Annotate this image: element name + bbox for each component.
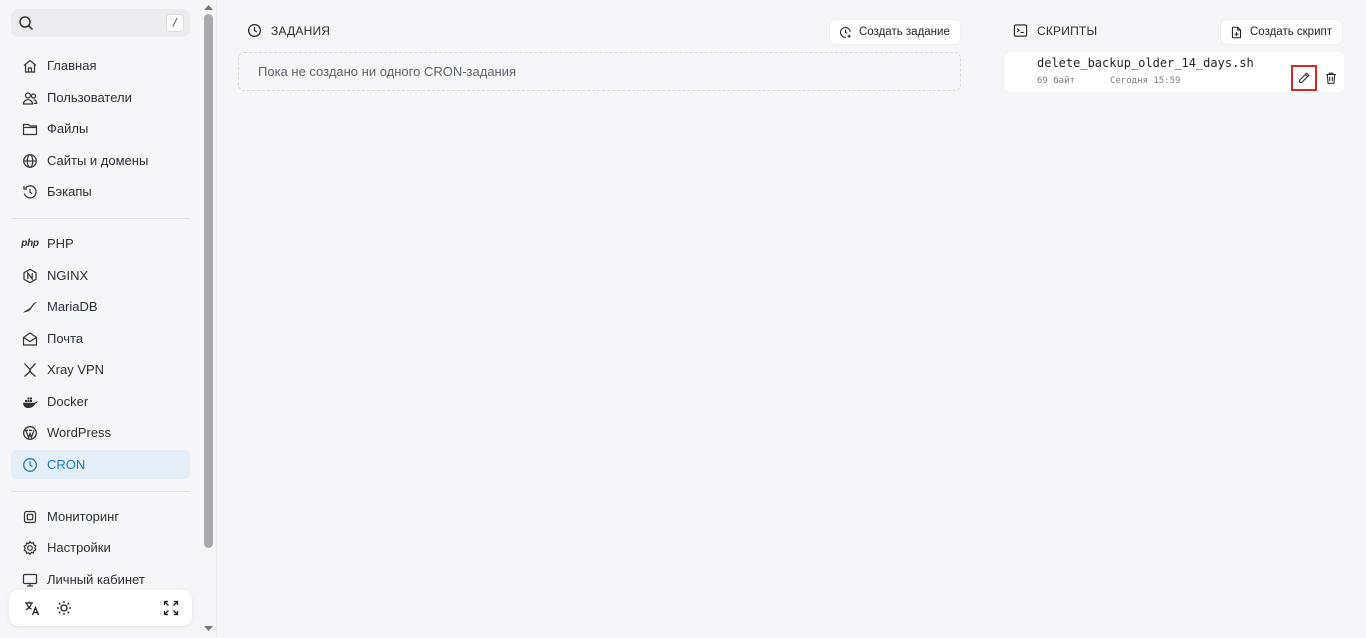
sidebar: / Главная Пользователи Файлы Сайты и дом… — [0, 0, 202, 638]
search-shortcut-key: / — [166, 14, 184, 32]
sidebar-item-label: Настройки — [47, 540, 111, 555]
monitor-icon — [21, 571, 39, 589]
translate-icon[interactable] — [23, 599, 41, 617]
main-divider — [216, 0, 217, 638]
php-logo-text: php — [21, 238, 39, 249]
sidebar-item-label: Сайты и домены — [47, 153, 149, 168]
sidebar-item-home[interactable]: Главная — [11, 51, 190, 80]
sidebar-item-nginx[interactable]: NGINX — [11, 261, 190, 290]
settings-icon — [21, 539, 39, 557]
sidebar-scrollbar-thumb[interactable] — [204, 14, 213, 548]
sidebar-item-label: CRON — [47, 457, 86, 472]
sidebar-toolbar — [9, 590, 192, 626]
delete-script-button[interactable] — [1318, 65, 1344, 91]
xray-icon — [21, 361, 39, 379]
sidebar-item-monitoring[interactable]: Мониторинг — [11, 502, 190, 531]
script-size: 69 байт — [1037, 76, 1075, 86]
sidebar-item-wordpress[interactable]: WordPress — [11, 418, 190, 447]
scripts-title: СКРИПТЫ — [1037, 23, 1098, 38]
script-modified: Сегодня 15:59 — [1110, 76, 1181, 86]
globe-icon — [21, 152, 39, 170]
jobs-empty-text: Пока не создано ни одного CRON-задания — [258, 64, 517, 79]
jobs-header: ЗАДАНИЯ — [247, 23, 330, 38]
create-script-label: Создать скрипт — [1250, 26, 1332, 38]
sidebar-item-mail[interactable]: Почта — [11, 324, 190, 353]
sidebar-item-label: Файлы — [47, 121, 89, 136]
sidebar-item-users[interactable]: Пользователи — [11, 83, 190, 112]
jobs-empty-state: Пока не создано ни одного CRON-задания — [238, 52, 961, 91]
clock-plus-icon — [839, 26, 851, 38]
create-job-label: Создать задание — [859, 26, 950, 38]
trash-icon — [1326, 72, 1336, 84]
sidebar-divider — [11, 218, 190, 219]
file-plus-icon — [1231, 26, 1242, 38]
sidebar-item-xray-vpn[interactable]: Xray VPN — [11, 355, 190, 384]
sidebar-item-sites[interactable]: Сайты и домены — [11, 146, 190, 175]
sidebar-item-label: Почта — [47, 331, 84, 346]
cpu-icon — [21, 508, 39, 526]
docker-icon — [21, 393, 39, 411]
sidebar-item-backups[interactable]: Бэкапы — [11, 177, 190, 206]
mariadb-icon — [21, 298, 39, 316]
sidebar-item-label: Мониторинг — [47, 509, 120, 524]
create-script-button[interactable]: Создать скрипт — [1221, 20, 1342, 44]
sidebar-item-docker[interactable]: Docker — [11, 387, 190, 416]
search-icon — [19, 16, 34, 31]
sidebar-item-label: Главная — [47, 58, 97, 73]
create-job-button[interactable]: Создать задание — [830, 20, 960, 44]
terminal-icon — [1013, 24, 1028, 37]
sidebar-item-label: Пользователи — [47, 90, 132, 105]
users-icon — [21, 89, 39, 107]
php-icon: php — [21, 235, 39, 253]
sidebar-item-mariadb[interactable]: MariaDB — [11, 292, 190, 321]
history-icon — [21, 183, 39, 201]
clock-icon — [21, 456, 39, 474]
home-icon — [21, 57, 39, 75]
fullscreen-icon[interactable] — [162, 599, 180, 617]
sidebar-item-php[interactable]: php PHP — [11, 229, 190, 258]
mail-icon — [21, 330, 39, 348]
sidebar-item-settings[interactable]: Настройки — [11, 533, 190, 562]
scripts-header: СКРИПТЫ — [1013, 23, 1097, 38]
folder-icon — [21, 120, 39, 138]
wordpress-icon — [21, 424, 39, 442]
jobs-title: ЗАДАНИЯ — [271, 23, 331, 38]
sidebar-item-label: NGINX — [47, 268, 89, 283]
nginx-icon — [21, 267, 39, 285]
pencil-icon — [1299, 72, 1310, 83]
sidebar-item-label: MariaDB — [47, 299, 98, 314]
scroll-down-arrow-icon[interactable] — [203, 625, 214, 633]
sidebar-item-cron[interactable]: CRON — [11, 450, 190, 479]
sidebar-divider — [11, 491, 190, 492]
clock-icon — [247, 23, 262, 38]
sidebar-item-label: Docker — [47, 394, 89, 409]
sidebar-item-files[interactable]: Файлы — [11, 114, 190, 143]
search-input[interactable]: / — [11, 9, 190, 37]
sidebar-item-label: PHP — [47, 236, 74, 251]
sidebar-item-label: WordPress — [47, 425, 112, 440]
sidebar-item-label: Личный кабинет — [47, 572, 145, 587]
sun-icon[interactable] — [55, 599, 73, 617]
script-name: delete_backup_older_14_days.sh — [1037, 56, 1254, 70]
scroll-up-arrow-icon[interactable] — [203, 3, 214, 11]
sidebar-item-label: Xray VPN — [47, 362, 105, 377]
edit-script-button[interactable] — [1291, 65, 1317, 91]
sidebar-item-label: Бэкапы — [47, 184, 92, 199]
